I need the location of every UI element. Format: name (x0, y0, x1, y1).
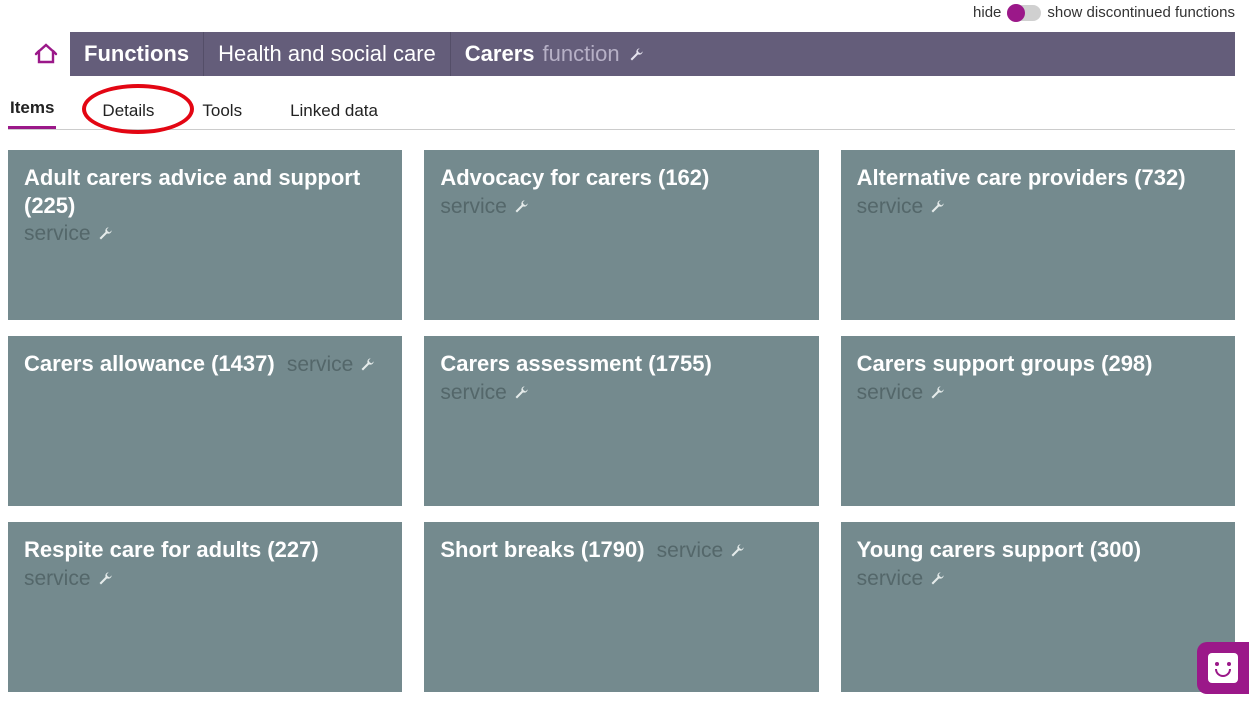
breadcrumb-health-social-care[interactable]: Health and social care (203, 32, 450, 76)
toggle-knob (1007, 4, 1025, 22)
card-service-label: service (857, 381, 924, 404)
card-service-label: service (657, 539, 724, 562)
toggle-show-label: show discontinued functions (1047, 4, 1235, 21)
card-item[interactable]: Advocacy for carers (162) service (424, 150, 818, 320)
card-title: Carers support groups (298) (857, 351, 1153, 376)
card-item[interactable]: Alternative care providers (732) service (841, 150, 1235, 320)
chat-widget[interactable] (1197, 642, 1249, 694)
wrench-icon[interactable] (513, 386, 529, 403)
wrench-icon[interactable] (359, 358, 375, 375)
tab-linked-data-label: Linked data (290, 101, 378, 120)
tab-details-label: Details (102, 101, 154, 120)
breadcrumb-functions[interactable]: Functions (70, 32, 203, 76)
card-service-label: service (857, 567, 924, 590)
tab-details[interactable]: Details (100, 101, 156, 129)
card-item[interactable]: Adult carers advice and support (225) ser… (8, 150, 402, 320)
discontinued-toggle-bar: hide show discontinued functions (973, 4, 1235, 21)
card-item[interactable]: Respite care for adults (227) service (8, 522, 402, 692)
tab-items-label: Items (10, 98, 54, 117)
card-title: Short breaks (1790) (440, 537, 644, 562)
card-title: Alternative care providers (732) (857, 165, 1186, 190)
discontinued-toggle[interactable] (1007, 5, 1041, 21)
card-title: Adult carers advice and support (225) (24, 165, 360, 218)
wrench-icon[interactable] (729, 544, 745, 561)
card-service-label: service (440, 381, 507, 404)
breadcrumb-type-label: function (543, 41, 620, 67)
card-item[interactable]: Carers allowance (1437) service (8, 336, 402, 506)
card-title: Carers assessment (1755) (440, 351, 712, 376)
home-icon[interactable] (28, 39, 64, 69)
cards-grid: Adult carers advice and support (225) ser… (8, 150, 1235, 692)
card-title: Advocacy for carers (162) (440, 165, 709, 190)
card-title: Carers allowance (1437) (24, 351, 275, 376)
wrench-icon[interactable] (929, 200, 945, 217)
card-service-label: service (24, 222, 91, 245)
wrench-icon[interactable] (929, 572, 945, 589)
breadcrumb: Functions Health and social care Carers … (70, 32, 1235, 76)
card-service-label: service (287, 353, 354, 376)
wrench-icon[interactable] (513, 200, 529, 217)
breadcrumb-functions-label: Functions (84, 41, 189, 67)
card-item[interactable]: Short breaks (1790) service (424, 522, 818, 692)
card-service-label: service (857, 195, 924, 218)
header-row: Functions Health and social care Carers … (28, 32, 1235, 76)
card-item[interactable]: Carers assessment (1755) service (424, 336, 818, 506)
tab-tools-label: Tools (202, 101, 242, 120)
tab-tools[interactable]: Tools (200, 101, 244, 129)
wrench-icon[interactable] (97, 227, 113, 244)
card-title: Respite care for adults (227) (24, 537, 319, 562)
card-service-label: service (440, 195, 507, 218)
card-item[interactable]: Young carers support (300) service (841, 522, 1235, 692)
tabs-row: Items Details Tools Linked data (8, 94, 1235, 130)
tab-linked-data[interactable]: Linked data (288, 101, 380, 129)
breadcrumb-level2-label: Carers (465, 41, 535, 67)
wrench-icon[interactable] (929, 386, 945, 403)
smiley-icon (1208, 653, 1238, 683)
toggle-hide-label: hide (973, 4, 1001, 21)
wrench-icon[interactable] (628, 41, 644, 67)
card-title: Young carers support (300) (857, 537, 1141, 562)
card-item[interactable]: Carers support groups (298) service (841, 336, 1235, 506)
card-service-label: service (24, 567, 91, 590)
wrench-icon[interactable] (97, 572, 113, 589)
tab-items[interactable]: Items (8, 98, 56, 129)
breadcrumb-level1-label: Health and social care (218, 41, 436, 67)
breadcrumb-carers[interactable]: Carers function (450, 32, 658, 76)
